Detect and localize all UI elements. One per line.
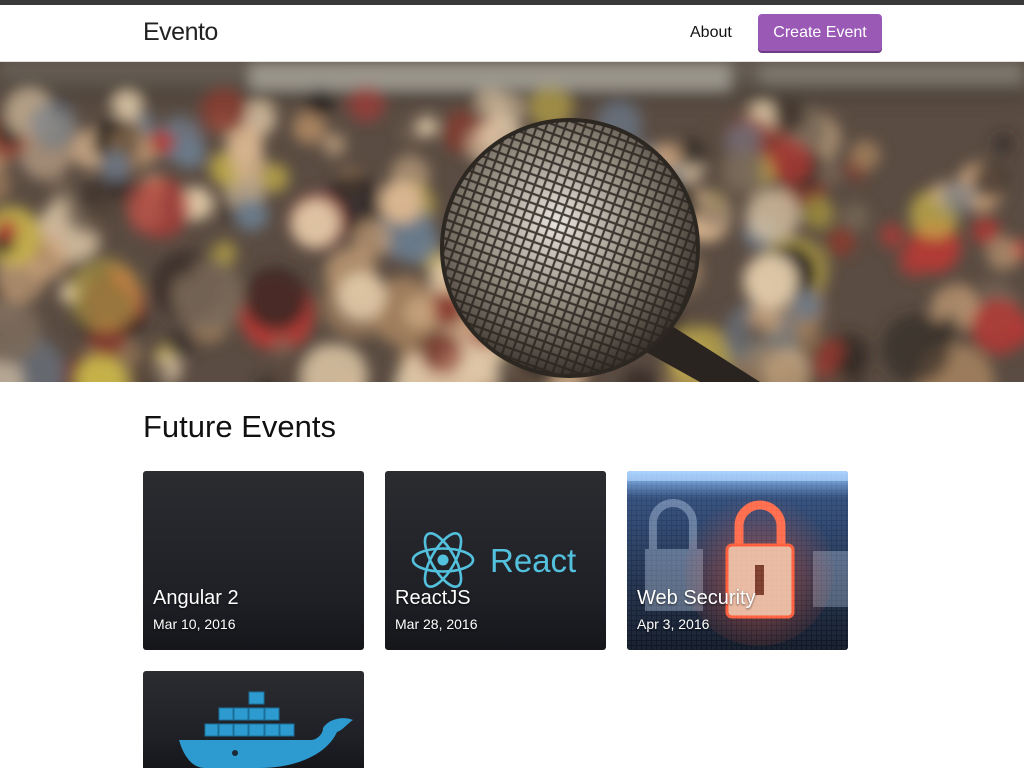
future-events-heading: Future Events xyxy=(143,409,336,444)
event-card[interactable] xyxy=(143,671,364,768)
create-event-button[interactable]: Create Event xyxy=(758,14,882,51)
docker-whale-icon xyxy=(179,691,353,768)
nav-about-link[interactable]: About xyxy=(690,24,732,42)
event-card[interactable]: Angular 2 Mar 10, 2016 xyxy=(143,471,364,650)
event-title: ReactJS xyxy=(395,587,471,609)
event-date: Apr 3, 2016 xyxy=(637,616,710,632)
event-date: Mar 28, 2016 xyxy=(395,616,478,632)
event-title: Angular 2 xyxy=(153,587,239,609)
react-logo-text: React xyxy=(490,542,576,579)
event-card[interactable]: React ReactJS Mar 28, 2016 xyxy=(385,471,606,650)
hero-image xyxy=(0,62,1024,382)
event-title: Web Security xyxy=(637,587,756,609)
navbar: Evento About Create Event xyxy=(0,5,1024,62)
brand-logo[interactable]: Evento xyxy=(143,18,218,47)
event-date: Mar 10, 2016 xyxy=(153,616,236,632)
event-card[interactable]: Web Security Apr 3, 2016 xyxy=(627,471,848,650)
microphone-audience-illustration xyxy=(0,62,1024,382)
